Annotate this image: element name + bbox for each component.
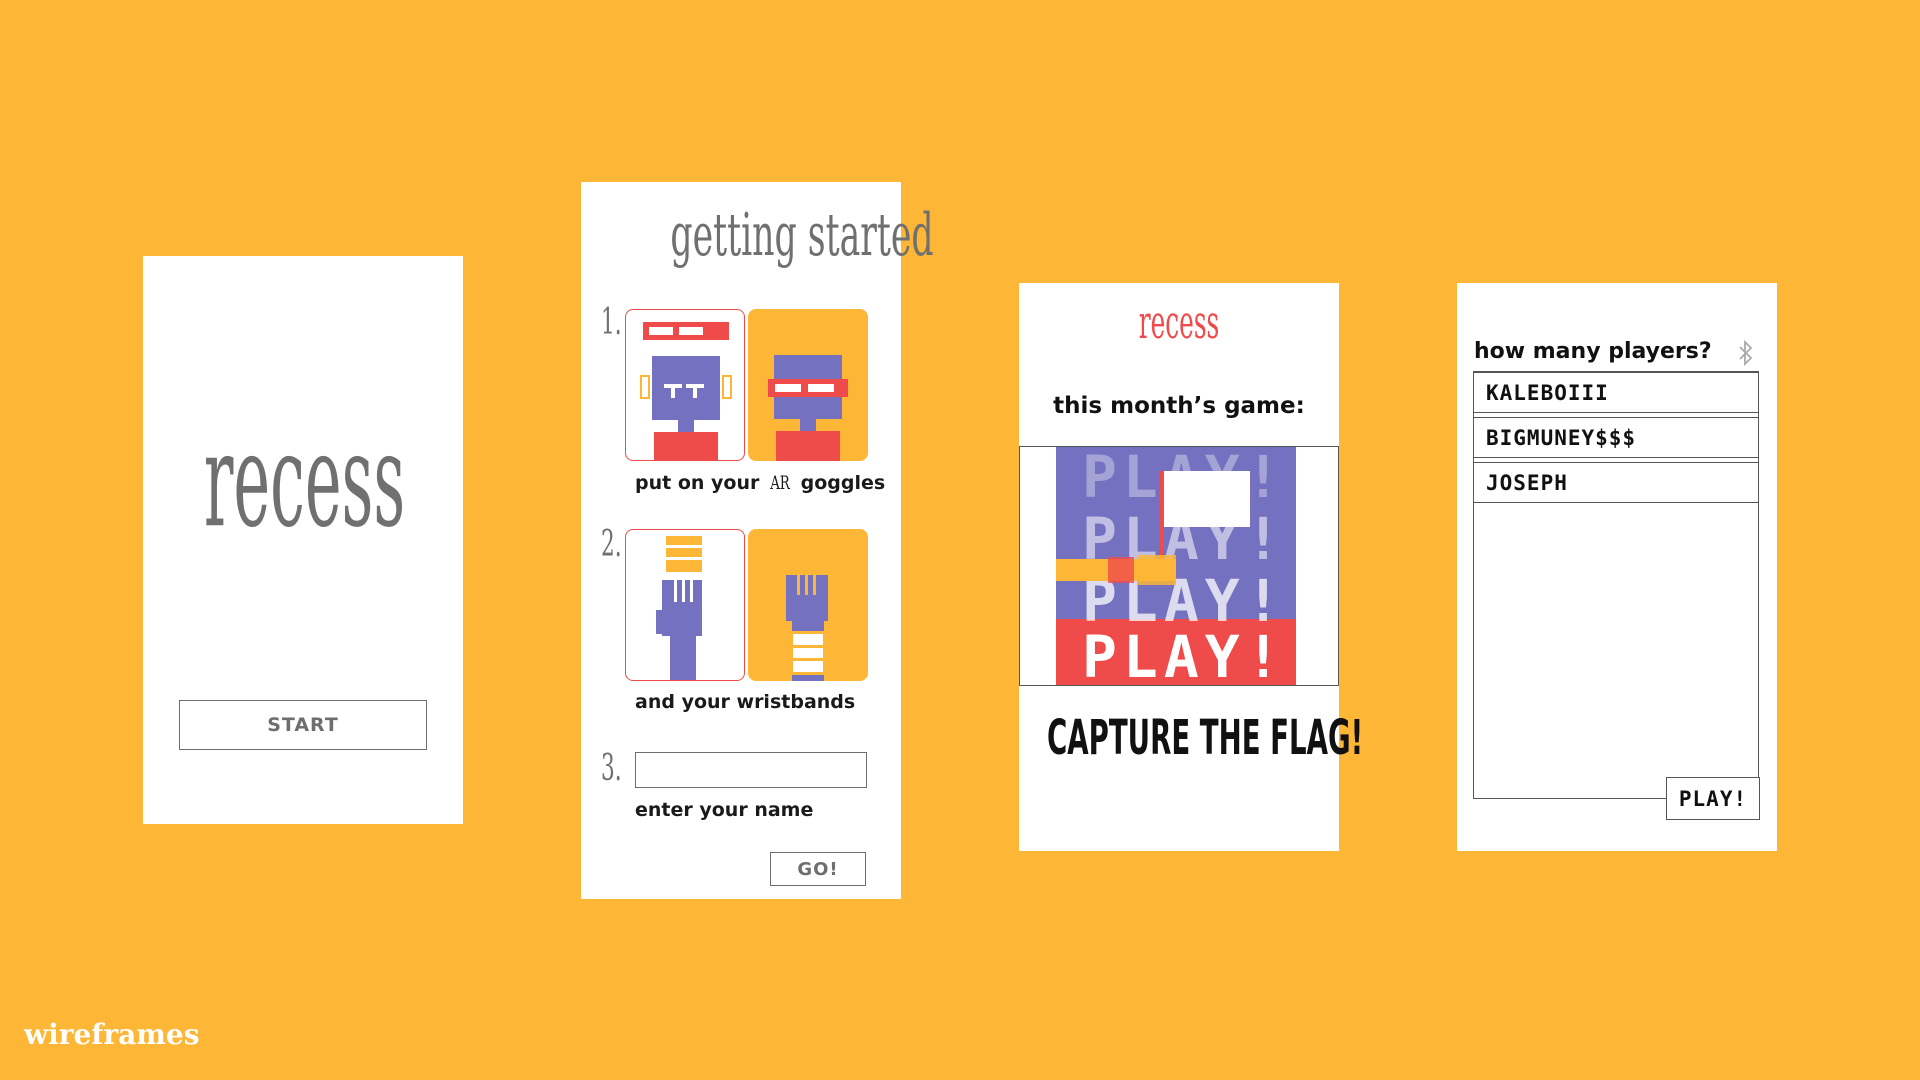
getting-started-screen: getting started 1. put on your AR goggle… — [581, 182, 934, 899]
ar-label: AR — [770, 472, 790, 494]
splash-screen: recess START — [143, 256, 463, 824]
game-banner: PLAY! PLAY! PLAY! PLAY! — [1019, 446, 1339, 686]
flag-icon — [1164, 471, 1250, 527]
goggles-illustration-before — [625, 309, 745, 461]
game-of-month-screen: recess this month’s game: PLAY! PLAY! PL… — [1019, 283, 1364, 851]
player-row[interactable]: KALEBOIII — [1473, 372, 1759, 413]
player-row[interactable]: JOSEPH — [1473, 462, 1759, 503]
step-number-1: 1. — [601, 302, 622, 343]
play-line-4: PLAY! — [1082, 623, 1287, 686]
players-heading: how many players? — [1474, 339, 1712, 364]
step-number-2: 2. — [601, 524, 622, 565]
subtitle: this month’s game: — [1053, 393, 1305, 419]
start-button[interactable]: START — [179, 700, 427, 750]
step-1-caption: put on your AR goggles — [635, 472, 886, 494]
game-title: CAPTURE THE FLAG! — [1047, 708, 1364, 766]
app-title: recess — [203, 404, 406, 557]
step-number-3: 3. — [601, 748, 622, 789]
wristband-illustration-after — [748, 529, 868, 681]
players-screen: how many players? KALEBOIII BIGMUNEY$$$ … — [1457, 283, 1777, 851]
go-button[interactable]: GO! — [770, 852, 866, 886]
goggles-illustration-after — [748, 309, 868, 461]
name-input[interactable] — [635, 752, 867, 788]
player-row[interactable]: BIGMUNEY$$$ — [1473, 417, 1759, 458]
bluetooth-icon[interactable] — [1737, 339, 1755, 367]
page-title: getting started — [670, 201, 934, 270]
game-art: PLAY! PLAY! PLAY! PLAY! — [1056, 447, 1296, 686]
step-2-caption: and your wristbands — [635, 691, 856, 713]
brand-logo: recess — [1138, 296, 1220, 350]
wireframes-label: wireframes — [24, 1018, 200, 1051]
step-3-caption: enter your name — [635, 799, 814, 821]
wristband-illustration-before — [625, 529, 745, 681]
play-button[interactable]: PLAY! — [1666, 777, 1760, 820]
